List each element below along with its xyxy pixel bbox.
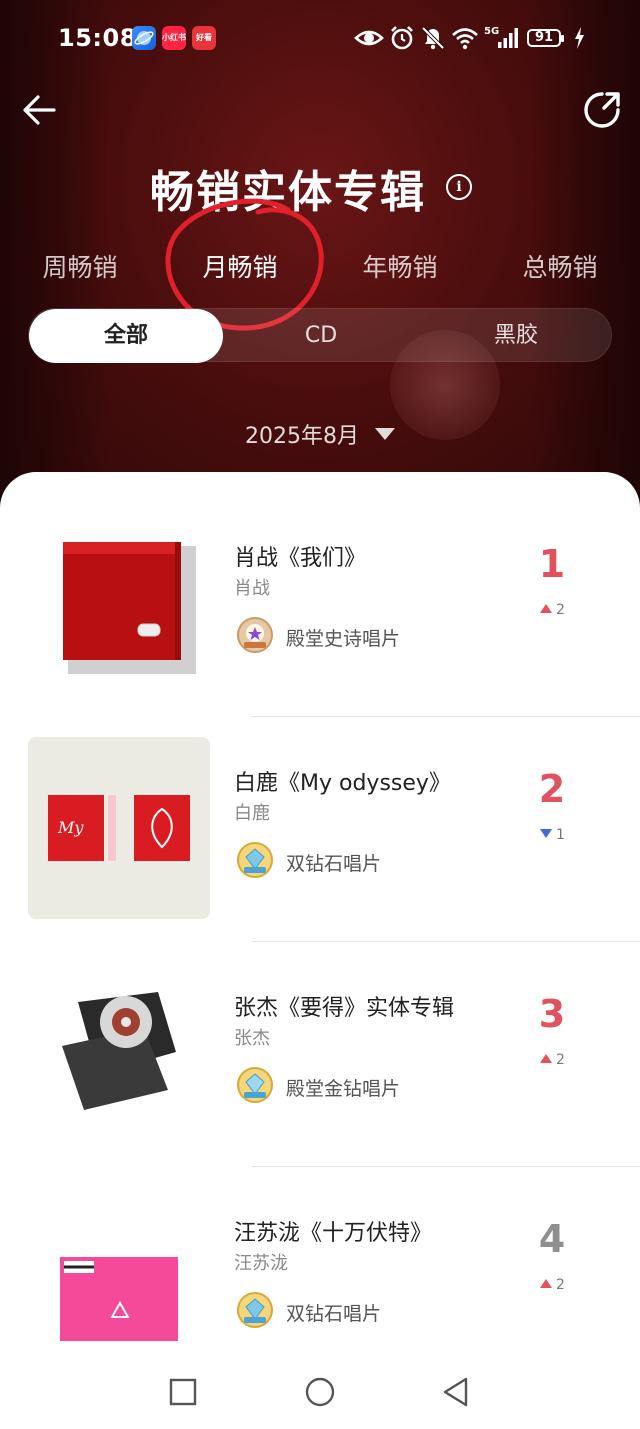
browser-app-icon [132,26,156,50]
alarm-icon [391,26,413,50]
status-bar: 15:08 小红书 好看 5G 91 [0,20,640,60]
rank-number: 3 [538,992,566,1036]
artist-name: 汪苏泷 [234,1253,288,1274]
share-icon[interactable] [580,88,624,132]
xiaohongshu-app-icon: 小红书 [162,26,186,50]
filter-all[interactable]: 全部 [29,309,223,363]
mute-bell-icon [421,26,445,50]
double-diamond-badge-icon [237,1292,273,1328]
rank-up-icon [540,604,552,613]
news-app-icon: 好看 [192,26,216,50]
artist-name: 张杰 [234,1028,270,1049]
album-cover: My [28,737,210,919]
badge-label: 双钻石唱片 [286,1303,382,1325]
album-list: 肖战《我们》 肖战 殿堂史诗唱片 1 2 My 白鹿《My odyssey》 白… [0,472,640,1429]
home-icon[interactable] [300,1372,340,1412]
artist-name: 白鹿 [234,803,270,824]
back-arrow-icon[interactable] [18,88,62,132]
system-nav-bar [0,1360,640,1429]
gold-diamond-badge-icon [237,1067,273,1103]
rank-number: 1 [538,542,566,586]
rank-up-icon [540,1279,552,1288]
wifi-icon [452,28,478,50]
epic-record-badge-icon [237,617,273,653]
list-item[interactable]: 汪苏泷《十万伏特》 汪苏泷 双钻石唱片 4 2 [0,1167,640,1392]
date-selector[interactable]: 2025年8月 [0,418,640,450]
tab-weekly[interactable]: 周畅销 [0,248,160,284]
album-title: 白鹿《My odyssey》 [234,771,451,796]
album-title: 肖战《我们》 [234,546,367,571]
dropdown-arrow-icon [375,428,395,440]
rank-down-icon [540,829,552,838]
rank-change: 2 [540,1277,565,1293]
rank-number: 4 [538,1217,566,1261]
double-diamond-badge-icon [237,842,273,878]
list-item[interactable]: My 白鹿《My odyssey》 白鹿 双钻石唱片 2 1 [0,717,640,942]
filter-vinyl[interactable]: 黑胶 [419,309,613,363]
rank-up-icon [540,1054,552,1063]
info-icon[interactable]: i [446,174,472,200]
filter-cd[interactable]: CD [224,309,418,363]
charging-icon [575,27,584,49]
album-cover [28,962,210,1144]
badge-label: 殿堂史诗唱片 [286,628,401,650]
list-item[interactable]: 肖战《我们》 肖战 殿堂史诗唱片 1 2 [0,492,640,717]
list-item[interactable]: 张杰《要得》实体专辑 张杰 殿堂金钻唱片 3 2 [0,942,640,1167]
recent-apps-icon[interactable] [163,1372,203,1412]
date-value: 2025年8月 [245,424,359,449]
battery-indicator: 91 [527,29,564,47]
tab-yearly[interactable]: 年畅销 [320,248,480,284]
rank-change: 2 [540,602,565,618]
badge-label: 双钻石唱片 [286,853,382,875]
eye-icon [354,30,384,46]
album-cover [28,512,210,694]
album-cover [28,1187,210,1369]
badge-label: 殿堂金钻唱片 [286,1078,401,1100]
status-time: 15:08 [58,24,137,52]
rank-change: 1 [540,827,565,843]
nav-back-icon[interactable] [436,1372,476,1412]
svg-text:My: My [57,818,84,837]
album-title: 张杰《要得》实体专辑 [234,996,455,1021]
signal-icon [498,28,518,48]
album-title: 汪苏泷《十万伏特》 [234,1221,433,1246]
rank-change: 2 [540,1052,565,1068]
artist-name: 肖战 [234,578,270,599]
tab-all-time[interactable]: 总畅销 [480,248,640,284]
rank-number: 2 [538,767,566,811]
format-filter: 全部 CD 黑胶 [28,308,613,363]
